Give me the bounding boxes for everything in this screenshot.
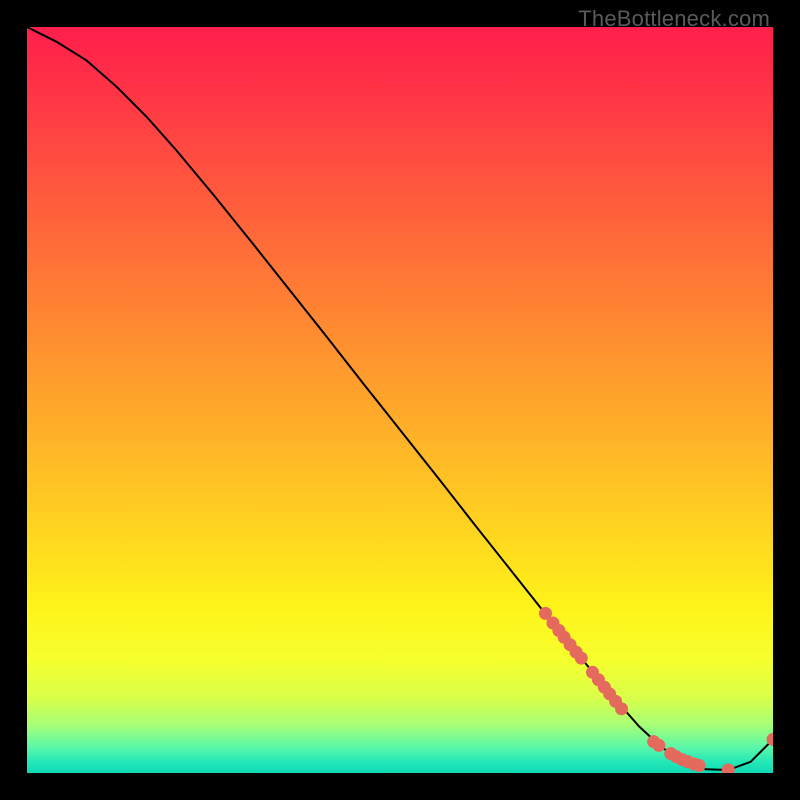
gradient-rect [27,27,773,773]
marker-point [652,739,665,752]
plot-area [27,27,773,773]
marker-point [615,702,628,715]
marker-point [575,652,588,665]
plot-svg [27,27,773,773]
marker-point [693,759,706,772]
chart-stage: TheBottleneck.com [0,0,800,800]
